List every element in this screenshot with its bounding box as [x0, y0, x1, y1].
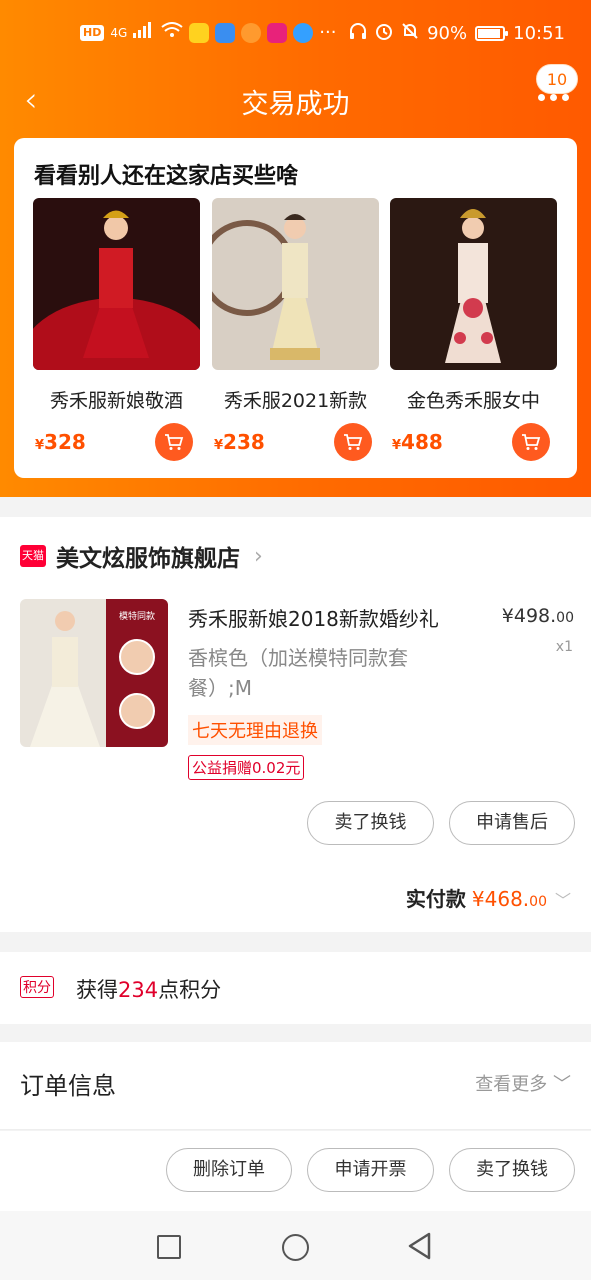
tmall-badge: 天猫 — [20, 545, 46, 567]
sell-button-bottom[interactable]: 卖了换钱 — [449, 1148, 575, 1192]
recommend-item[interactable]: 秀禾服新娘敬酒 ¥328 — [33, 198, 200, 461]
app-icon-orange — [241, 22, 262, 43]
image-label: 模特同款 — [119, 610, 155, 622]
product-price: ¥238 — [214, 430, 265, 454]
headset-icon — [349, 22, 367, 45]
product-image[interactable] — [212, 198, 379, 370]
recommend-card: 看看别人还在这家店买些啥 秀禾服新娘敬酒 ¥328 秀禾服2021新款 ¥238… — [14, 138, 577, 478]
system-nav-bar — [0, 1211, 591, 1280]
status-bar: HD 4G ··· 90% 10:51 — [0, 22, 591, 52]
cart-icon — [522, 434, 541, 450]
more-notifications-icon: ··· — [319, 22, 337, 43]
signal-icon — [133, 22, 155, 43]
cart-icon — [165, 434, 184, 450]
product-name: 金色秀禾服女中 — [406, 390, 540, 412]
view-more-link[interactable]: 查看更多 ﹀ — [475, 1070, 571, 1096]
order-card: 天猫 美文炫服饰旗舰店 › 模特同款 秀禾服新娘2018新款婚纱礼 ¥498.0… — [0, 517, 591, 932]
points-text: 获得234点积分 — [76, 978, 222, 1002]
order-info-title: 订单信息 — [20, 1072, 116, 1100]
points-row: 积分 获得234点积分 — [0, 952, 591, 1024]
clock: 10:51 — [513, 23, 565, 44]
add-cart-button[interactable] — [512, 423, 550, 461]
alarm-icon — [375, 22, 393, 45]
mute-bell-icon — [401, 22, 419, 45]
recommend-title: 看看别人还在这家店买些啥 — [34, 164, 299, 189]
app-icon-blue — [293, 22, 314, 43]
order-info-row[interactable]: 订单信息 查看更多 ﹀ — [0, 1042, 591, 1130]
shop-name[interactable]: 美文炫服饰旗舰店 — [56, 539, 240, 573]
product-image[interactable] — [390, 198, 557, 370]
order-item-qty: x1 — [555, 639, 573, 655]
product-name: 秀禾服新娘敬酒 — [49, 390, 183, 412]
chevron-right-icon: › — [254, 543, 263, 569]
return-policy-tag: 七天无理由退换 — [188, 715, 322, 745]
bottom-action-bar: 删除订单 申请开票 卖了换钱 — [0, 1131, 591, 1211]
product-price: ¥328 — [35, 430, 86, 454]
delete-order-button[interactable]: 删除订单 — [166, 1148, 292, 1192]
cart-icon — [344, 434, 363, 450]
paid-amount[interactable]: 实付款 ¥468.00 ﹀ — [406, 883, 571, 912]
add-cart-button[interactable] — [334, 423, 372, 461]
invoice-button[interactable]: 申请开票 — [307, 1148, 434, 1192]
order-item-price: ¥498.00 — [501, 605, 574, 627]
recommend-item[interactable]: 金色秀禾服女中 ¥488 — [390, 198, 557, 461]
hd-badge: HD — [80, 24, 105, 41]
order-item-title[interactable]: 秀禾服新娘2018新款婚纱礼 — [188, 603, 478, 632]
more-menu-icon[interactable] — [538, 94, 569, 101]
chevron-down-icon: ﹀ — [554, 891, 571, 910]
chevron-down-icon: ﹀ — [553, 1074, 571, 1095]
points-tag: 积分 — [20, 976, 54, 998]
add-cart-button[interactable] — [155, 423, 193, 461]
recents-icon[interactable] — [157, 1235, 181, 1259]
network-label: 4G — [110, 25, 128, 40]
app-icon-map — [215, 22, 236, 43]
paid-label: 实付款 — [405, 887, 466, 911]
back-nav-icon[interactable] — [407, 1231, 433, 1261]
shop-header[interactable]: 天猫 美文炫服饰旗舰店 › — [20, 539, 263, 573]
recommend-item[interactable]: 秀禾服2021新款 ¥238 — [212, 198, 379, 461]
order-item-image[interactable]: 模特同款 — [20, 599, 168, 747]
product-image[interactable] — [33, 198, 200, 370]
wifi-icon — [161, 22, 183, 43]
app-icon-7 — [189, 22, 210, 43]
sell-button[interactable]: 卖了换钱 — [307, 801, 434, 845]
product-price: ¥488 — [392, 430, 443, 454]
product-name: 秀禾服2021新款 — [223, 390, 368, 412]
message-count-badge[interactable]: 10 — [536, 64, 578, 94]
battery-percent: 90% — [427, 23, 468, 44]
battery-icon — [475, 26, 509, 41]
page-title: 交易成功 — [241, 89, 350, 120]
paid-value: ¥468.00 — [471, 887, 547, 911]
nav-bar: ‹ 交易成功 10 — [0, 64, 591, 130]
home-icon[interactable] — [282, 1234, 309, 1261]
app-icon-pink — [267, 22, 288, 43]
order-item-sku: 香槟色（加送模特同款套餐）;M — [188, 646, 408, 700]
charity-tag: 公益捐赠0.02元 — [188, 755, 305, 780]
after-sale-button[interactable]: 申请售后 — [449, 801, 575, 845]
